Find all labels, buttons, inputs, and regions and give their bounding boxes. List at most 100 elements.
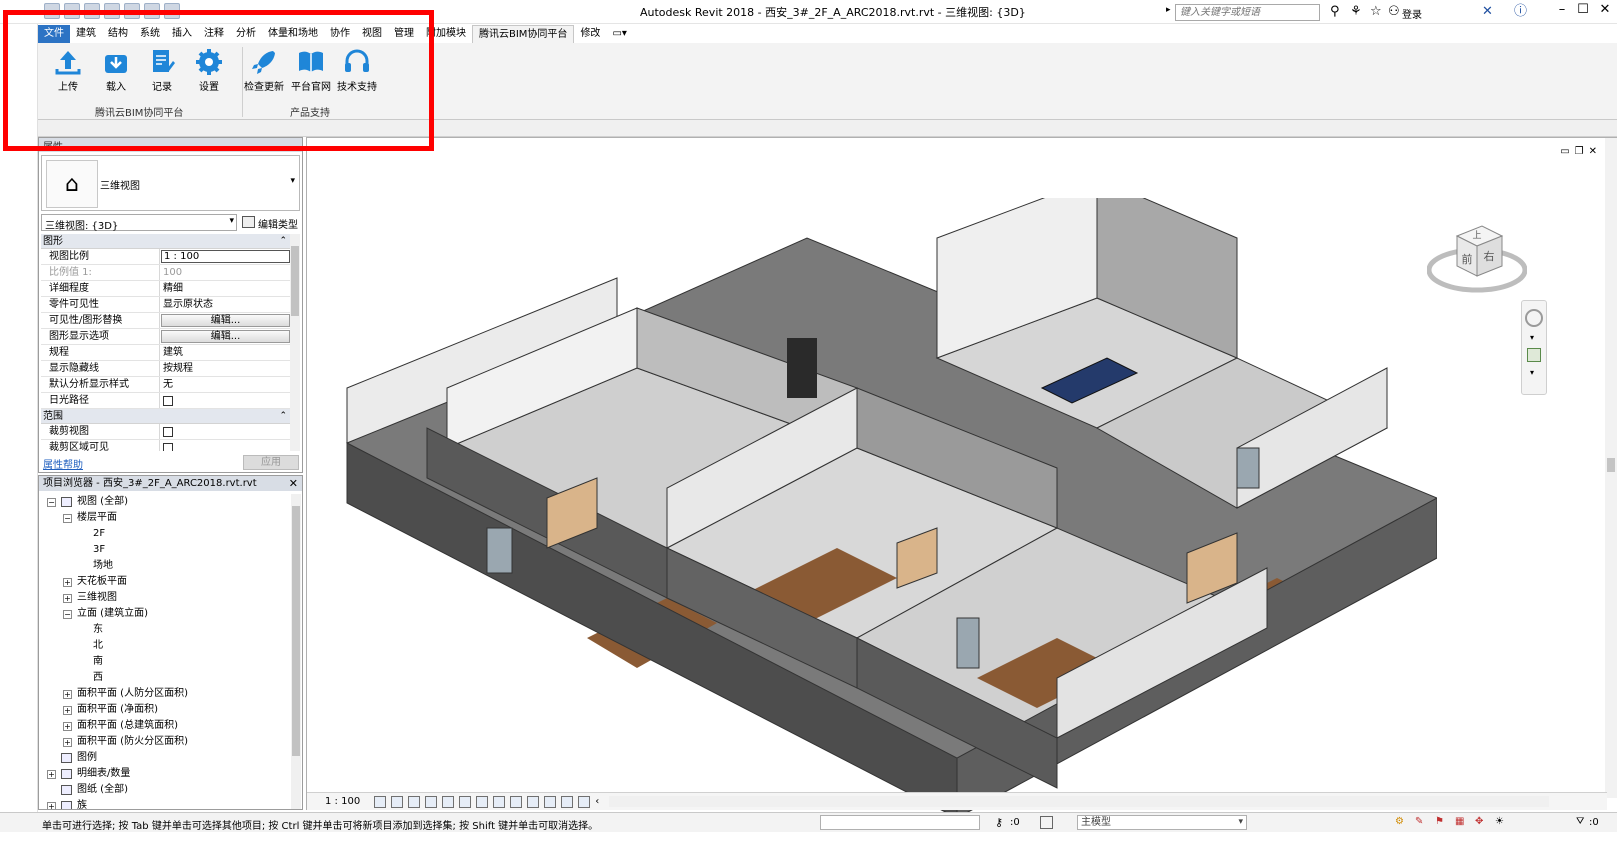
subscription-icon[interactable]: ⚘ [1350,4,1362,20]
view-scale[interactable]: 1 : 100 [325,796,360,807]
tab-5[interactable]: 注释 [198,25,230,43]
tab-9[interactable]: 视图 [356,25,388,43]
save-icon[interactable] [84,3,100,19]
expand-icon[interactable]: + [63,706,72,715]
reveal-hidden-icon[interactable] [527,795,540,808]
property-group-header[interactable]: 图形 ⌃ [41,234,291,249]
viewport-vertical-scrollbar[interactable] [1605,138,1617,798]
maximize-icon[interactable]: ☐ [1572,2,1594,17]
expand-icon[interactable]: + [63,738,72,747]
close-icon[interactable]: ✕ [289,476,298,491]
property-value[interactable]: 建筑 [160,345,291,360]
chevron-down-icon[interactable]: ▾ [1530,368,1538,377]
login-button[interactable]: 登录 [1402,6,1422,21]
viewcube-right-label[interactable]: 右 [1484,249,1495,263]
viewport-horizontal-scrollbar[interactable] [609,796,1549,807]
collapse-icon[interactable]: ⌃ [279,234,287,249]
checkbox[interactable] [163,427,173,437]
property-value[interactable]: 编辑... [160,313,291,328]
tree-node[interactable]: + 面积平面 (净面积) [41,702,289,718]
design-options-icon[interactable] [1040,816,1053,829]
browser-scrollbar[interactable] [291,494,301,809]
property-value[interactable] [160,393,291,408]
properties-help-link[interactable]: 属性帮助 [43,456,83,471]
render-icon[interactable] [442,795,455,808]
chevron-left-icon[interactable]: ‹ [595,796,599,807]
viewcube-top-label[interactable]: 上 [1472,230,1481,241]
property-value[interactable]: 按规程 [160,361,291,376]
help-icon[interactable]: ⓘ [1514,4,1527,20]
collapse-icon[interactable]: − [63,514,72,523]
restore-icon[interactable]: ❐ [1575,146,1584,157]
select-links-icon[interactable]: ⚙ [1395,816,1408,829]
expand-icon[interactable]: + [63,578,72,587]
load-button[interactable]: 载入 [95,47,137,93]
tech-support-button[interactable]: 技术支持 [336,47,378,93]
redo-icon[interactable] [144,3,160,19]
view-scale-input[interactable]: 1 : 100 [161,250,290,263]
tree-node[interactable]: − 楼层平面 [41,510,289,526]
apply-button[interactable]: 应用 [243,455,299,470]
drag-elements-icon[interactable]: ✥ [1475,816,1488,829]
tree-node[interactable]: + 明细表/数量 [41,766,289,782]
tree-node[interactable]: + 三维视图 [41,590,289,606]
filter-icon[interactable]: ⛛ [1576,816,1584,827]
detail-level-icon[interactable] [374,795,387,808]
editable-only-icon[interactable]: ⚷ [995,816,1008,829]
collapse-icon[interactable]: − [63,610,72,619]
settings-button[interactable]: 设置 [188,47,230,93]
select-by-face-icon[interactable]: ▦ [1455,816,1468,829]
crop-region-icon[interactable] [476,795,489,808]
property-value[interactable] [160,440,291,451]
record-button[interactable]: 记录 [141,47,183,93]
tree-node[interactable]: + 面积平面 (防火分区面积) [41,734,289,750]
3d-viewport[interactable]: ▭ ❐ ✕ 上 前 右 ▾ ▾ 1: 100 ‹ [306,137,1617,819]
type-selector[interactable]: ⌂ 三维视图 ▾ [41,155,300,211]
tree-node[interactable]: 场地 [41,558,289,574]
tree-node[interactable]: 图例 [41,750,289,766]
tab-12[interactable]: 腾讯云BIM协同平台 [472,25,575,43]
edit-button[interactable]: 编辑... [161,330,290,343]
minimize-icon[interactable]: – [1551,2,1573,17]
visual-style-icon[interactable] [391,795,404,808]
tab-13[interactable]: 修改 [574,25,606,43]
highlight-displacement-icon[interactable] [578,795,591,808]
check-update-button[interactable]: 检查更新 [243,47,285,93]
tree-node[interactable]: 3F [41,542,289,558]
expand-icon[interactable]: + [63,722,72,731]
scrollbar-thumb[interactable] [292,506,300,756]
search-input[interactable] [1175,4,1320,21]
tab-11[interactable]: 附加模块 [420,25,472,43]
property-group-header[interactable]: 范围 ⌃ [41,409,291,424]
design-option-combo[interactable]: 主模型 ▾ [1077,815,1247,830]
property-value[interactable] [160,424,291,439]
chevron-down-icon[interactable]: ▾ [1530,333,1538,342]
tab-6[interactable]: 分析 [230,25,262,43]
scrollbar-thumb[interactable] [1607,458,1615,472]
zoom-region-icon[interactable] [1527,348,1541,362]
sun-path-icon[interactable] [408,795,421,808]
tree-node[interactable]: 西 [41,670,289,686]
collapse-icon[interactable]: − [47,498,56,507]
upload-button[interactable]: 上传 [47,47,89,93]
temporary-properties-icon[interactable] [544,795,557,808]
lock-3d-icon[interactable] [493,795,506,808]
tab-1[interactable]: 建筑 [70,25,102,43]
collapse-icon[interactable]: ⌃ [279,409,287,424]
close-icon[interactable]: ✕ [1594,2,1616,17]
select-underlay-icon[interactable]: ✎ [1415,816,1428,829]
tree-node[interactable]: − 立面 (建筑立面) [41,606,289,622]
expand-icon[interactable]: + [47,770,56,779]
building-3d-model[interactable] [337,198,1437,838]
exchange-apps-icon[interactable]: ✕ [1482,4,1493,20]
edit-type-button[interactable]: 编辑类型 [240,214,300,231]
tab-7[interactable]: 体量和场地 [262,25,324,43]
open-icon[interactable] [64,3,80,19]
analytical-model-icon[interactable] [561,795,574,808]
tab-3[interactable]: 系统 [134,25,166,43]
workset-combo[interactable] [820,815,980,830]
checkbox[interactable] [163,396,173,406]
undo-icon[interactable] [124,3,140,19]
tree-node[interactable]: 南 [41,654,289,670]
crop-view-icon[interactable] [459,795,472,808]
